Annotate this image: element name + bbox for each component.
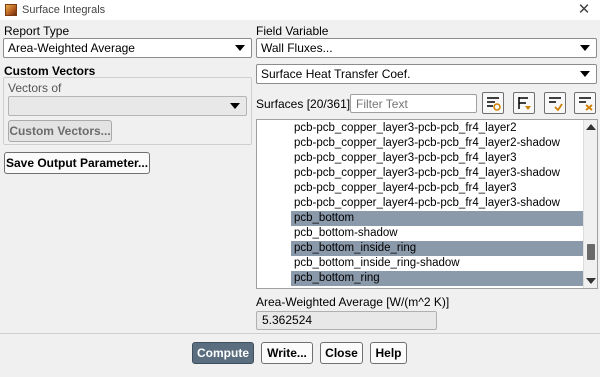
result-label: Area-Weighted Average [W/(m^2 K)]	[256, 295, 450, 309]
save-output-parameter-button[interactable]: Save Output Parameter...	[4, 152, 150, 174]
field-variable-category-value: Wall Fluxes...	[261, 41, 333, 55]
check-selected-button[interactable]	[544, 92, 566, 114]
surfaces-count: [20/361]	[306, 97, 351, 111]
list-item[interactable]: pcb-pcb_copper_layer3-pcb-pcb_fr4_layer2…	[291, 136, 583, 151]
help-button[interactable]: Help	[370, 342, 407, 364]
list-item[interactable]: pcb_bottom	[291, 211, 583, 226]
list-item[interactable]: pcb_bottom_inside_ring	[291, 241, 583, 256]
scroll-up-icon[interactable]	[586, 124, 596, 130]
surfaces-filter-input[interactable]	[350, 94, 477, 113]
surfaces-list-scrollbar[interactable]	[583, 120, 597, 288]
field-variable-label: Field Variable	[256, 24, 329, 38]
surface-integrals-dialog: Surface Integrals ✕ Report Type Area-Wei…	[0, 0, 600, 377]
result-value-field: 5.362524	[256, 311, 437, 330]
list-item[interactable]: pcb-pcb_copper_layer3-pcb-pcb_fr4_layer3	[291, 151, 583, 166]
write-button[interactable]: Write...	[261, 342, 313, 364]
list-item[interactable]: pcb-pcb_copper_layer3-pcb-pcb_fr4_layer3…	[291, 166, 583, 181]
report-type-value: Area-Weighted Average	[8, 41, 135, 55]
field-variable-value: Surface Heat Transfer Coef.	[261, 67, 411, 81]
list-item[interactable]: pcb-pcb_copper_layer4-pcb-pcb_fr4_layer3	[291, 181, 583, 196]
scrollbar-thumb[interactable]	[587, 244, 595, 260]
deselect-all-button[interactable]	[574, 92, 596, 114]
chevron-down-icon	[580, 71, 590, 77]
chevron-down-icon	[580, 45, 590, 51]
divider	[0, 333, 600, 334]
window-title: Surface Integrals	[22, 4, 106, 16]
vectors-of-dropdown[interactable]	[8, 96, 247, 116]
surfaces-list[interactable]: pcb-pcb_copper_layer3-pcb-pcb_fr4_layer2…	[256, 119, 598, 289]
close-window-button[interactable]: ✕	[576, 2, 592, 18]
report-type-dropdown[interactable]: Area-Weighted Average	[3, 38, 252, 58]
surfaces-label: Surfaces [20/361]	[256, 97, 350, 111]
list-item[interactable]: pcb_bottom_ring	[291, 271, 583, 286]
vectors-of-label: Vectors of	[8, 81, 62, 95]
filter-icon	[518, 97, 531, 110]
compute-button[interactable]: Compute	[192, 342, 254, 364]
custom-vectors-group: Vectors of Custom Vectors...	[3, 77, 252, 145]
chevron-down-icon	[235, 45, 245, 51]
scroll-down-icon[interactable]	[586, 278, 596, 284]
check-selected-icon	[549, 97, 563, 111]
filter-button[interactable]	[513, 92, 535, 114]
custom-vectors-heading: Custom Vectors	[4, 64, 96, 78]
select-all-icon	[487, 97, 501, 111]
custom-vectors-button[interactable]: Custom Vectors...	[8, 120, 112, 142]
list-item[interactable]: pcb_bottom-shadow	[291, 226, 583, 241]
deselect-all-icon	[579, 97, 593, 111]
report-type-label: Report Type	[4, 24, 70, 38]
title-bar: Surface Integrals ✕	[0, 0, 600, 20]
surfaces-title: Surfaces	[256, 97, 304, 111]
list-item[interactable]: pcb-pcb_copper_layer3-pcb-pcb_fr4_layer2	[291, 121, 583, 136]
field-variable-dropdown[interactable]: Surface Heat Transfer Coef.	[256, 64, 597, 84]
chevron-down-icon	[230, 103, 240, 109]
fluent-app-icon	[5, 4, 17, 16]
field-variable-category-dropdown[interactable]: Wall Fluxes...	[256, 38, 597, 58]
select-all-button[interactable]	[482, 92, 504, 114]
list-item[interactable]: pcb_bottom_inside_ring-shadow	[291, 256, 583, 271]
close-button[interactable]: Close	[320, 342, 363, 364]
list-item[interactable]: pcb-pcb_copper_layer4-pcb-pcb_fr4_layer3…	[291, 196, 583, 211]
